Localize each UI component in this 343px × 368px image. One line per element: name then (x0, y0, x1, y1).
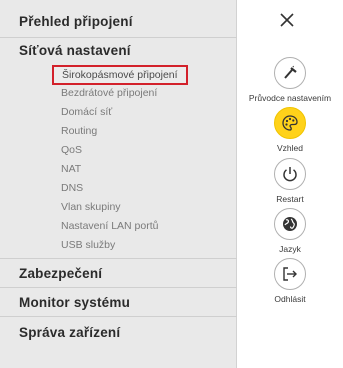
menu-item-dns[interactable]: DNS (61, 182, 83, 194)
menu-item-usb-services[interactable]: USB služby (61, 239, 115, 251)
menu-item-qos[interactable]: QoS (61, 144, 82, 156)
menu-item-vlan-groups[interactable]: Vlan skupiny (61, 201, 121, 213)
menu-system-monitor[interactable]: Monitor systému (0, 289, 237, 317)
restart-button[interactable]: Restart (237, 158, 343, 204)
menu-item-routing[interactable]: Routing (61, 125, 97, 137)
menu-item-nat[interactable]: NAT (61, 163, 81, 175)
setup-wizard-button[interactable]: Průvodce nastavením (237, 57, 343, 103)
menu-security[interactable]: Zabezpečení (0, 258, 237, 288)
menu-item-broadband[interactable]: Širokopásmové připojení (52, 65, 188, 85)
language-label: Jazyk (279, 244, 301, 254)
theme-label: Vzhled (277, 143, 303, 153)
logout-label: Odhlásit (274, 294, 306, 304)
globe-icon (274, 208, 306, 240)
menu-item-lan-ports[interactable]: Nastavení LAN portů (61, 220, 158, 232)
logout-icon (274, 258, 306, 290)
wand-icon (274, 57, 306, 89)
power-icon (274, 158, 306, 190)
menu-overview[interactable]: Přehled připojení (0, 0, 237, 38)
navigation-menu: Přehled připojení Síťová nastavení Širok… (0, 0, 237, 368)
language-button[interactable]: Jazyk (237, 208, 343, 254)
setup-wizard-label: Průvodce nastavením (248, 93, 332, 103)
restart-label: Restart (276, 194, 304, 204)
menu-network-settings[interactable]: Síťová nastavení (0, 40, 237, 62)
close-icon[interactable] (276, 9, 298, 31)
quick-actions-panel: Průvodce nastavením Vzhled Restart Jazyk… (237, 0, 343, 368)
palette-icon (274, 107, 306, 139)
menu-item-wireless[interactable]: Bezdrátové připojení (61, 87, 157, 99)
menu-device-management[interactable]: Správa zařízení (0, 318, 237, 348)
menu-item-home-network[interactable]: Domácí síť (61, 106, 112, 118)
theme-button[interactable]: Vzhled (237, 107, 343, 153)
logout-button[interactable]: Odhlásit (237, 258, 343, 304)
